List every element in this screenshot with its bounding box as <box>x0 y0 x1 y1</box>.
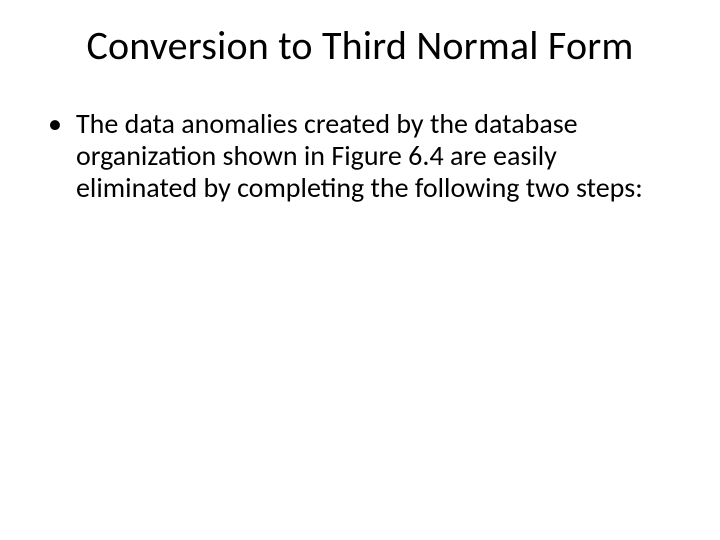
bullet-text: The data anomalies created by the databa… <box>76 106 643 205</box>
slide: Conversion to Third Normal Form The data… <box>0 0 720 540</box>
bullet-item: The data anomalies created by the databa… <box>48 108 672 205</box>
bullet-list: The data anomalies created by the databa… <box>48 108 672 205</box>
slide-title: Conversion to Third Normal Form <box>48 24 672 68</box>
slide-body: The data anomalies created by the databa… <box>48 108 672 205</box>
